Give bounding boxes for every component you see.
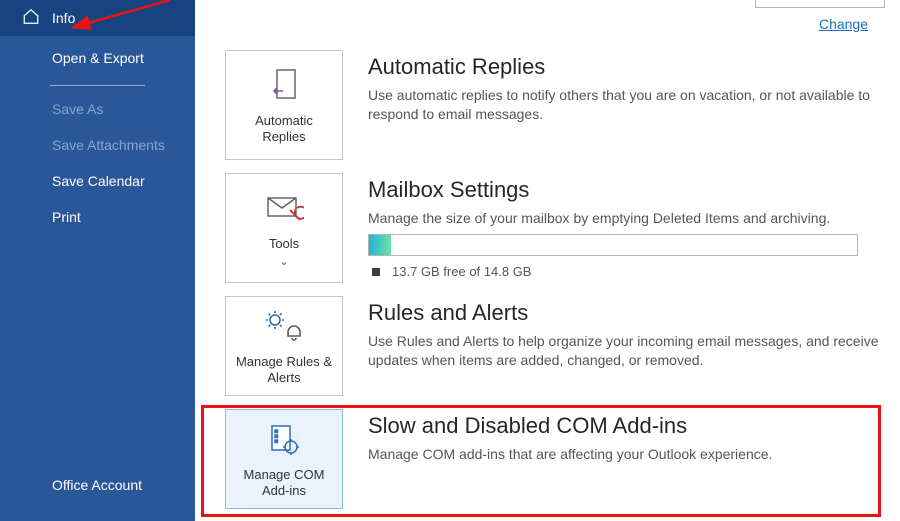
change-link[interactable]: Change: [819, 16, 868, 32]
sidebar-item-label: Info: [52, 10, 75, 26]
sidebar-item-info[interactable]: Info: [0, 0, 195, 36]
sidebar-item-label: Save Calendar: [52, 173, 145, 189]
mailbox-storage-bar: [368, 234, 858, 256]
tools-icon: [264, 188, 304, 230]
section-title: Rules and Alerts: [368, 300, 900, 326]
home-icon: [22, 8, 40, 29]
sidebar-item-label: Office Account: [52, 477, 142, 493]
section-rules-alerts: Manage Rules & Alerts Rules and Alerts U…: [225, 296, 900, 396]
sidebar-item-label: Open & Export: [52, 50, 144, 66]
mailbox-storage-fill: [369, 235, 391, 255]
automatic-replies-icon: [269, 65, 299, 107]
com-addins-icon: [267, 419, 301, 461]
tile-label: Manage Rules & Alerts: [234, 354, 334, 385]
section-desc: Manage COM add-ins that are affecting yo…: [368, 445, 900, 464]
chevron-down-icon: ⌄: [279, 255, 288, 268]
section-title: Mailbox Settings: [368, 177, 900, 203]
tile-manage-rules-alerts[interactable]: Manage Rules & Alerts: [225, 296, 343, 396]
tile-manage-com-addins[interactable]: Manage COM Add-ins: [225, 409, 343, 509]
sidebar-item-open-export[interactable]: Open & Export: [0, 36, 195, 80]
sidebar-item-save-calendar[interactable]: Save Calendar: [0, 163, 195, 199]
section-desc: Use automatic replies to notify others t…: [368, 86, 900, 124]
section-automatic-replies: Automatic Replies Automatic Replies Use …: [225, 50, 900, 160]
sidebar-item-office-account[interactable]: Office Account: [0, 467, 195, 503]
tile-label: Manage COM Add-ins: [234, 467, 334, 498]
tile-automatic-replies[interactable]: Automatic Replies: [225, 50, 343, 160]
account-selector-box: [755, 0, 885, 8]
sidebar-item-label: Save As: [52, 101, 103, 117]
sidebar-item-label: Print: [52, 209, 81, 225]
tile-label: Automatic Replies: [234, 113, 334, 144]
mailbox-storage-text: 13.7 GB free of 14.8 GB: [372, 264, 900, 279]
sidebar-item-print[interactable]: Print: [0, 199, 195, 235]
section-desc: Use Rules and Alerts to help organize yo…: [368, 332, 900, 370]
content-area: Change Automatic Replies Automatic Repli…: [195, 0, 900, 521]
section-com-addins: Manage COM Add-ins Slow and Disabled COM…: [225, 409, 900, 509]
backstage-sidebar: Info Open & Export Save As Save Attachme…: [0, 0, 195, 521]
sidebar-item-label: Save Attachments: [52, 137, 165, 153]
sidebar-divider: [50, 85, 145, 86]
section-desc: Manage the size of your mailbox by empty…: [368, 209, 900, 228]
section-title: Slow and Disabled COM Add-ins: [368, 413, 900, 439]
section-mailbox-settings: Tools ⌄ Mailbox Settings Manage the size…: [225, 173, 900, 283]
sidebar-item-save-as[interactable]: Save As: [0, 91, 195, 127]
sidebar-item-save-attachments[interactable]: Save Attachments: [0, 127, 195, 163]
rules-alerts-icon: [264, 306, 304, 348]
tile-tools[interactable]: Tools ⌄: [225, 173, 343, 283]
square-bullet-icon: [372, 268, 380, 276]
tile-label: Tools: [269, 236, 299, 252]
section-title: Automatic Replies: [368, 54, 900, 80]
